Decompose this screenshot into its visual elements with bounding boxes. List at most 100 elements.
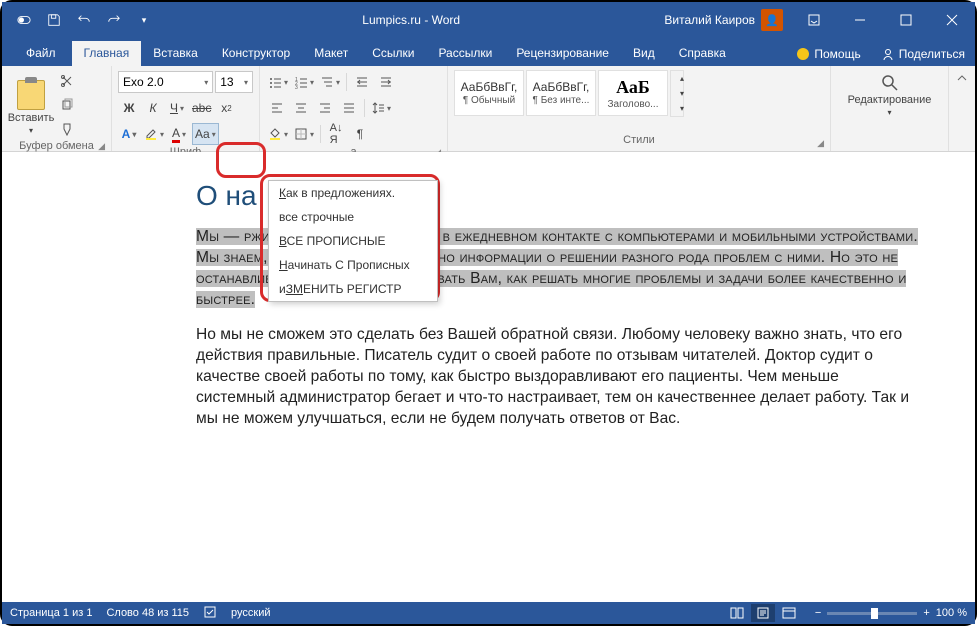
window-title: Lumpics.ru - Word — [158, 13, 664, 27]
change-case-button[interactable]: Aa — [192, 123, 219, 145]
qat-customize[interactable]: ▾ — [130, 6, 158, 34]
case-toggle[interactable]: иЗМЕНИТЬ РЕГИСТР — [269, 277, 437, 301]
text-effects-button[interactable]: A — [118, 123, 140, 145]
paste-button[interactable]: Вставить ▾ — [8, 70, 54, 140]
font-size-combo[interactable]: 13▾ — [215, 71, 253, 93]
align-left-button[interactable] — [266, 97, 288, 119]
tab-mailings[interactable]: Рассылки — [426, 41, 504, 66]
save-button[interactable] — [40, 6, 68, 34]
styles-expand[interactable]: ▾ — [671, 101, 693, 116]
case-capitalize[interactable]: Начинать С Прописных — [269, 253, 437, 277]
align-right-button[interactable] — [314, 97, 336, 119]
document-area[interactable]: О на Мы — ржимых идеей помогать Вам в еж… — [2, 152, 975, 602]
italic-button[interactable]: К — [142, 97, 164, 119]
minimize-button[interactable] — [837, 2, 883, 38]
sort-button[interactable]: А↓Я — [325, 123, 347, 145]
case-sentence[interactable]: Как в предложениях. — [269, 181, 437, 205]
user-account[interactable]: Виталий Каиров 👤 — [664, 9, 783, 31]
zoom-level[interactable]: 100 % — [936, 607, 967, 619]
status-proofing-icon[interactable] — [203, 605, 217, 622]
styles-gallery[interactable]: АаБбВвГг,¶ Обычный АаБбВвГг,¶ Без инте..… — [454, 70, 824, 117]
copy-button[interactable] — [56, 94, 78, 116]
status-language[interactable]: русский — [231, 607, 270, 619]
bullets-button[interactable] — [266, 71, 290, 93]
case-upper[interactable]: ВСЕ ПРОПИСНЫЕ — [269, 229, 437, 253]
borders-button[interactable] — [292, 123, 316, 145]
search-icon — [881, 74, 899, 92]
font-name-combo[interactable]: Exo 2.0▾ — [118, 71, 213, 93]
shading-button[interactable] — [266, 123, 290, 145]
subscript-button[interactable]: x2 — [215, 97, 237, 119]
dialog-launcher-icon[interactable]: ◢ — [817, 138, 824, 149]
tab-home[interactable]: Главная — [72, 41, 142, 66]
zoom-slider[interactable] — [827, 612, 917, 615]
numbering-button[interactable]: 123 — [292, 71, 316, 93]
decrease-indent-button[interactable] — [351, 71, 373, 93]
tab-references[interactable]: Ссылки — [360, 41, 426, 66]
group-paragraph: 123 А↓Я ¶ а◢ — [260, 66, 448, 151]
status-words[interactable]: Слово 48 из 115 — [106, 607, 189, 619]
group-label: Буфер обмена◢ — [8, 140, 105, 152]
show-marks-button[interactable]: ¶ — [349, 123, 371, 145]
tab-insert[interactable]: Вставка — [141, 41, 210, 66]
group-editing: Редактирование ▾ — [831, 66, 949, 151]
tab-design[interactable]: Конструктор — [210, 41, 302, 66]
align-center-button[interactable] — [290, 97, 312, 119]
maximize-button[interactable] — [883, 2, 929, 38]
increase-indent-button[interactable] — [375, 71, 397, 93]
close-button[interactable] — [929, 2, 975, 38]
view-read-mode[interactable] — [725, 604, 749, 622]
group-font: Exo 2.0▾ 13▾ Ж К Ч abє x2 A A Aa Шриф — [112, 66, 260, 151]
status-page[interactable]: Страница 1 из 1 — [10, 607, 92, 619]
zoom-control: − + 100 % — [815, 607, 967, 619]
style-normal[interactable]: АаБбВвГг,¶ Обычный — [454, 70, 524, 116]
group-label: Стили◢ — [454, 134, 824, 149]
redo-button[interactable] — [100, 6, 128, 34]
styles-scroll-up[interactable]: ▴ — [671, 71, 693, 86]
tab-view[interactable]: Вид — [621, 41, 667, 66]
group-styles: АаБбВвГг,¶ Обычный АаБбВвГг,¶ Без инте..… — [448, 66, 831, 151]
bold-button[interactable]: Ж — [118, 97, 140, 119]
svg-text:3: 3 — [295, 85, 298, 89]
share-button[interactable]: Поделиться — [871, 42, 975, 66]
zoom-in-button[interactable]: + — [923, 607, 929, 619]
editing-button[interactable]: Редактирование ▾ — [837, 70, 942, 121]
autosave-toggle[interactable] — [10, 6, 38, 34]
group-clipboard: Вставить ▾ Буфер обмена◢ — [2, 66, 112, 151]
dialog-launcher-icon[interactable]: ◢ — [98, 141, 105, 152]
tab-layout[interactable]: Макет — [302, 41, 360, 66]
tab-review[interactable]: Рецензирование — [504, 41, 621, 66]
view-buttons — [725, 604, 801, 622]
ribbon: Вставить ▾ Буфер обмена◢ Exo 2.0▾ 13▾ Ж … — [2, 66, 975, 152]
undo-button[interactable] — [70, 6, 98, 34]
paste-icon — [17, 80, 45, 110]
strike-button[interactable]: abє — [190, 97, 213, 119]
window-controls — [791, 2, 975, 38]
justify-button[interactable] — [338, 97, 360, 119]
ribbon-options-button[interactable] — [791, 2, 837, 38]
collapse-ribbon-button[interactable] — [949, 66, 975, 151]
underline-button[interactable]: Ч — [166, 97, 188, 119]
styles-scroll-down[interactable]: ▾ — [671, 86, 693, 101]
highlight-button[interactable] — [142, 123, 166, 145]
style-no-spacing[interactable]: АаБбВвГг,¶ Без инте... — [526, 70, 596, 116]
style-heading1[interactable]: АаБЗаголово... — [598, 70, 668, 116]
view-web-layout[interactable] — [777, 604, 801, 622]
quick-access-toolbar: ▾ — [2, 6, 158, 34]
change-case-menu: Как в предложениях. все строчные ВСЕ ПРО… — [268, 180, 438, 302]
user-avatar: 👤 — [761, 9, 783, 31]
tell-me-button[interactable]: Помощь — [786, 42, 870, 66]
tab-help[interactable]: Справка — [667, 41, 738, 66]
document-paragraph: Но мы не сможем это сделать без Вашей об… — [196, 324, 919, 429]
format-painter-button[interactable] — [56, 118, 78, 140]
font-color-button[interactable]: A — [168, 123, 190, 145]
tab-file[interactable]: Файл — [10, 41, 72, 66]
multilevel-button[interactable] — [318, 71, 342, 93]
zoom-out-button[interactable]: − — [815, 607, 821, 619]
case-lower[interactable]: все строчные — [269, 205, 437, 229]
ribbon-tabs: Файл Главная Вставка Конструктор Макет С… — [2, 38, 975, 66]
cut-button[interactable] — [56, 70, 78, 92]
line-spacing-button[interactable] — [369, 97, 393, 119]
user-name: Виталий Каиров — [664, 13, 755, 27]
view-print-layout[interactable] — [751, 604, 775, 622]
